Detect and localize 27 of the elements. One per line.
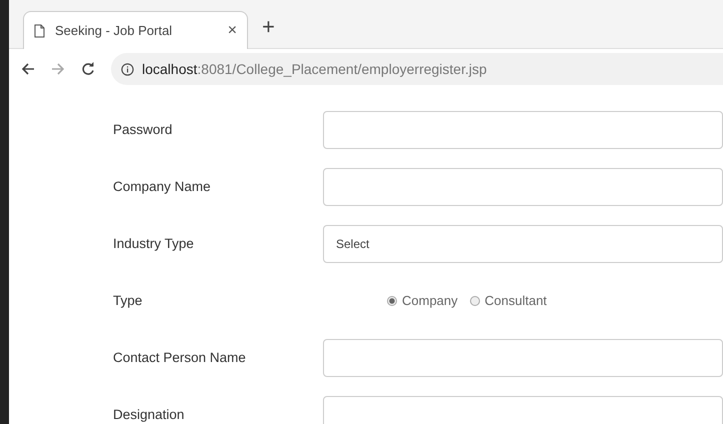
back-arrow-icon[interactable] [21,62,35,76]
input-field[interactable] [323,110,723,148]
radio-button[interactable] [387,296,397,306]
field-label: Type [113,293,144,308]
field-label: Designation [113,407,186,422]
forward-arrow-icon[interactable] [51,62,65,76]
reload-icon[interactable] [81,62,95,76]
radio-label: Company [402,293,458,308]
field-label: Password [113,122,174,137]
radio-button[interactable] [470,296,480,306]
field-label: Company Name [113,179,212,194]
info-icon [121,62,134,76]
input-field[interactable] [323,396,723,424]
select-field[interactable]: Select [323,224,723,262]
field-label: Contact Person Name [113,350,247,365]
browser-tab[interactable]: Seeking - Job Portal × [23,11,248,49]
page-icon [34,24,45,38]
input-field[interactable] [323,168,723,206]
close-tab-button[interactable]: × [228,22,237,40]
url-path: :8081/College_Placement/employerregister.jsp [197,61,487,77]
new-tab-button[interactable]: + [262,14,275,40]
input-field[interactable] [323,338,723,376]
address-bar[interactable]: localhost:8081/College_Placement/employerregister.jsp [111,53,723,85]
field-label: Industry Type [113,236,195,251]
radio-label: Consultant [484,293,547,308]
url-host: localhost [142,61,198,77]
tab-title: Seeking - Job Portal [55,23,174,38]
